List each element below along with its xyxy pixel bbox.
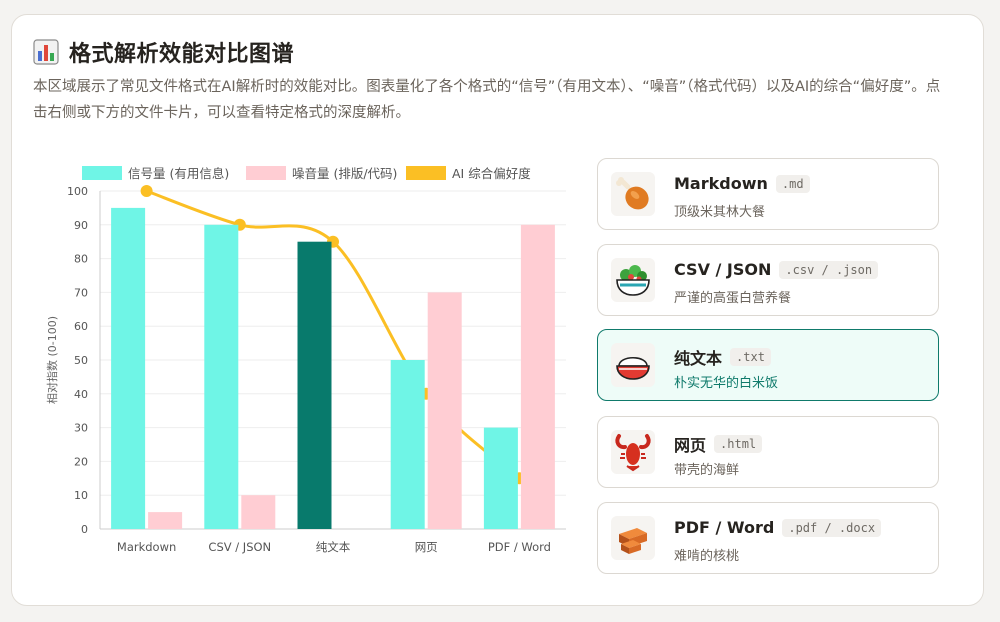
section-description: 本区域展示了常见文件格式在AI解析时的效能对比。图表量化了各个格式的“信号”（有… (33, 79, 941, 121)
format-extension-badge: .md (775, 174, 810, 193)
format-description: 带壳的海鲜 (674, 463, 740, 478)
lobster-icon (611, 430, 655, 474)
noise-bar[interactable] (427, 292, 462, 529)
noise-bar[interactable] (148, 512, 183, 529)
preference-point[interactable] (140, 185, 153, 197)
rice-bowl-icon (611, 343, 655, 387)
y-tick-label: 60 (74, 320, 88, 333)
y-tick-label: 20 (74, 455, 88, 468)
format-extension-badge: .csv / .json (779, 260, 879, 279)
x-tick-label: PDF / Word (488, 540, 551, 554)
y-tick-label: 90 (74, 219, 88, 232)
bar-chart-icon (33, 39, 59, 65)
format-extension-badge: .txt (730, 348, 771, 366)
y-tick-label: 50 (74, 354, 88, 367)
format-name: PDF / Word (674, 518, 775, 537)
salad-bowl-icon (611, 258, 655, 302)
format-card-plain-text[interactable]: 纯文本 .txt 朴实无华的白米饭 (597, 329, 939, 401)
signal-bar[interactable] (390, 360, 425, 529)
y-tick-label: 0 (81, 523, 88, 536)
format-description: 严谨的高蛋白营养餐 (674, 291, 792, 306)
x-tick-label: 网页 (415, 540, 438, 554)
noise-bar[interactable] (520, 224, 555, 530)
format-card-pdf-word[interactable]: PDF / Word .pdf / .docx 难啃的核桃 (597, 502, 939, 574)
x-tick-label: 纯文本 (316, 540, 351, 554)
format-extension-badge: .html (714, 435, 763, 453)
y-tick-label: 10 (74, 489, 88, 502)
x-tick-label: Markdown (117, 540, 176, 554)
noise-bar[interactable] (241, 495, 276, 529)
y-tick-label: 30 (74, 422, 88, 435)
y-tick-label: 80 (74, 253, 88, 266)
format-card-csv-json[interactable]: CSV / JSON .csv / .json 严谨的高蛋白营养餐 (597, 244, 939, 316)
legend-signal-label[interactable]: 信号量 (有用信息) (128, 166, 229, 181)
format-name: 网页 (674, 436, 707, 455)
format-description: 顶级米其林大餐 (674, 205, 766, 220)
y-axis-label: 相对指数 (0-100) (45, 316, 59, 404)
chart-svg: 0 10 20 30 40 50 60 70 80 90 100 相对指数 (0-100) Markdo… (45, 166, 566, 554)
format-extension-badge: .pdf / .docx (782, 518, 882, 537)
format-description: 朴实无华的白米饭 (674, 376, 779, 391)
legend-preference-swatch[interactable] (406, 166, 446, 180)
drumstick-icon (611, 172, 655, 216)
y-tick-label: 40 (74, 388, 88, 401)
format-name: CSV / JSON (674, 260, 772, 279)
signal-bar[interactable] (204, 224, 239, 530)
legend-preference-label[interactable]: AI 综合偏好度 (452, 166, 531, 181)
format-card-webpage[interactable]: 网页 .html 带壳的海鲜 (597, 416, 939, 488)
format-name: Markdown (674, 174, 768, 193)
section-title: 格式解析效能对比图谱 (69, 42, 295, 67)
preference-line (146, 189, 521, 480)
legend-noise-swatch[interactable] (246, 166, 286, 180)
signal-bar[interactable] (297, 241, 332, 529)
x-tick-label: CSV / JSON (208, 540, 271, 554)
signal-bar[interactable] (111, 207, 146, 529)
format-efficiency-chart: 0 10 20 30 40 50 60 70 80 90 100 相对指数 (0-100) Markdo… (34, 148, 574, 572)
format-card-markdown[interactable]: Markdown .md 顶级米其林大餐 (597, 158, 939, 230)
section-header: 格式解析效能对比图谱 (33, 36, 294, 68)
format-description: 难啃的核桃 (674, 549, 740, 564)
format-name: 纯文本 (674, 349, 723, 368)
legend-signal-swatch[interactable] (82, 166, 122, 180)
legend-noise-label[interactable]: 噪音量 (排版/代码) (292, 166, 397, 181)
signal-bar[interactable] (483, 427, 518, 529)
bricks-icon (611, 516, 655, 560)
y-tick-label: 100 (67, 185, 88, 198)
y-tick-label: 70 (74, 286, 88, 299)
